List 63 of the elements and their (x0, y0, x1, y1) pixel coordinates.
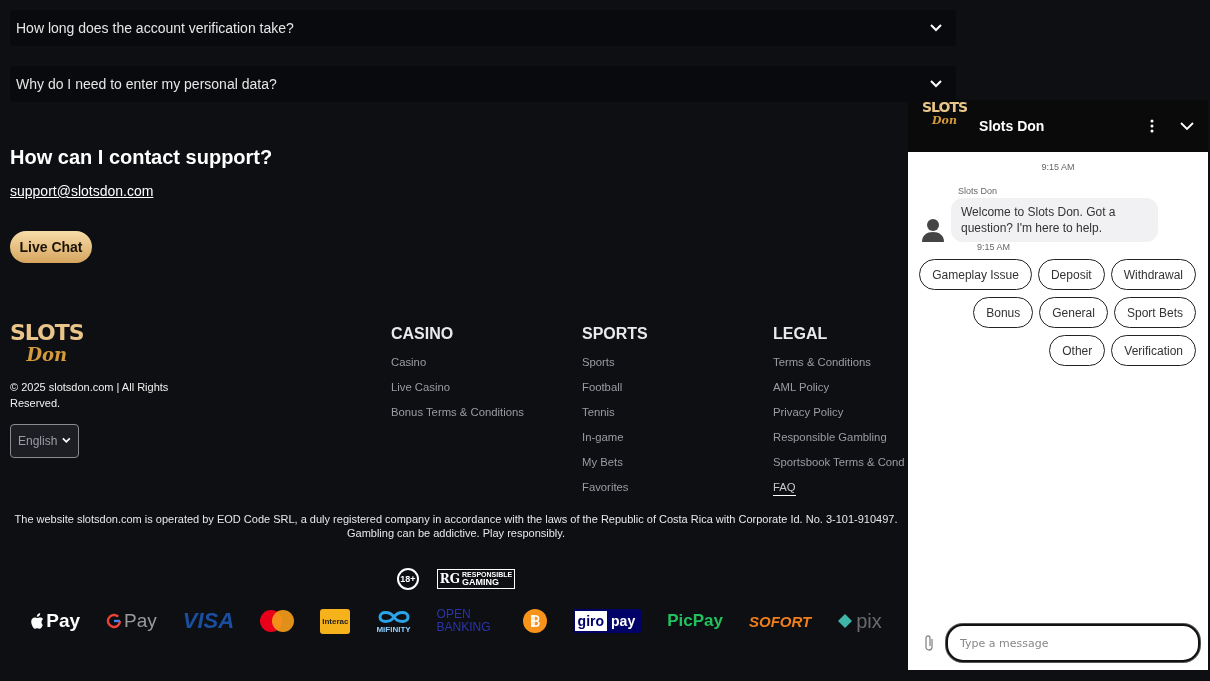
column-heading: CASINO (391, 325, 455, 343)
age-restriction-badge: 18+ (396, 568, 419, 590)
quick-reply-button[interactable]: Other (1049, 335, 1106, 366)
copyright-text: © 2025 slotsdon.com | All Rights Reserved. (10, 380, 170, 411)
paperclip-icon[interactable] (924, 634, 934, 652)
disclaimer-text: The website slotsdon.com is operated by EOD Code SRL, a duly registered company in accordance with the laws of the Republic of Costa Rica with Corporate Id. No. 3-101-910497. (13, 512, 899, 526)
timestamp: 9:15 AM (1041, 162, 1075, 172)
footer-link[interactable]: Sportsbook Terms & Cond (773, 456, 905, 468)
google-pay-logo: Pay (106, 610, 157, 632)
footer-link[interactable]: Live Casino (391, 381, 451, 393)
disclaimer-text: Gambling can be addictive. Play responsibly. (345, 526, 567, 540)
email-link[interactable]: support@slotsdon.com (10, 183, 154, 199)
footer-link[interactable]: In-game (582, 431, 624, 443)
pix-logo: pix (837, 609, 882, 633)
column-heading: LEGAL (773, 325, 829, 343)
footer-link[interactable]: Sports (582, 356, 615, 368)
chevron-icon (62, 437, 71, 445)
interac-logo: Interac (320, 608, 351, 634)
chevron-icon[interactable] (1180, 122, 1194, 130)
footer-link[interactable]: Football (582, 381, 623, 393)
more-options-icon[interactable] (1150, 119, 1154, 133)
section-heading: How can I contact support? (10, 146, 274, 169)
sender-name: Slots Don (958, 186, 999, 196)
giropay-logo: giro pay (572, 609, 642, 633)
footer-link[interactable]: Bonus Terms & Conditions (391, 406, 524, 418)
message-input[interactable]: Type a message (946, 624, 1200, 662)
timestamp: 9:15 AM (977, 242, 1011, 252)
footer-link[interactable]: Terms & Conditions (773, 356, 871, 368)
footer-link[interactable]: Responsible Gambling (773, 431, 887, 443)
chevron-icon (930, 24, 942, 32)
mastercard-logo (260, 610, 295, 632)
quick-reply-button[interactable]: Sport Bets (1113, 297, 1196, 328)
quick-reply-button[interactable]: Verification (1111, 335, 1196, 366)
chat-message: Welcome to Slots Don. Got a question? I'm here to help. (951, 198, 1158, 242)
footer-link[interactable]: Privacy Policy (773, 406, 844, 418)
column-heading: SPORTS (582, 325, 649, 343)
sofort-logo: SOFORT (748, 612, 812, 630)
picpay-logo: PicPay (667, 611, 723, 631)
open-banking-logo: OPEN BANKING (436, 608, 492, 634)
faq-question[interactable]: How long does the account verification take? (10, 10, 956, 46)
live-chat-button[interactable]: Live Chat (10, 231, 92, 263)
quick-reply-button[interactable]: Bonus (973, 297, 1034, 328)
quick-reply-button[interactable]: General (1039, 297, 1108, 328)
apple-pay-logo: Pay (30, 610, 81, 632)
footer-link[interactable]: Tennis (582, 406, 615, 418)
quick-reply-button[interactable]: Withdrawal (1110, 259, 1196, 290)
chevron-icon (930, 80, 942, 88)
footer-link[interactable]: FAQ (773, 481, 796, 496)
mifinity-logo: MiFINITY (376, 608, 411, 634)
logo: SLOTS Don (922, 100, 968, 128)
bitcoin-logo (522, 609, 547, 633)
avatar-silhouette (920, 216, 946, 242)
language-select[interactable]: English (10, 424, 79, 458)
quick-reply-button[interactable]: Gameplay Issue (919, 259, 1032, 290)
logo: SLOTS Don (10, 321, 84, 365)
footer-link[interactable]: My Bets (582, 456, 623, 468)
visa-logo: VISA (182, 608, 235, 634)
footer-link[interactable]: AML Policy (773, 381, 830, 393)
quick-reply-button[interactable]: Deposit (1037, 259, 1105, 290)
footer-link[interactable]: Casino (391, 356, 427, 368)
faq-question[interactable]: Why do I need to enter my personal data? (10, 66, 956, 102)
footer-link[interactable]: Favorites (582, 481, 629, 493)
chat-title: Slots Don (979, 118, 1046, 134)
